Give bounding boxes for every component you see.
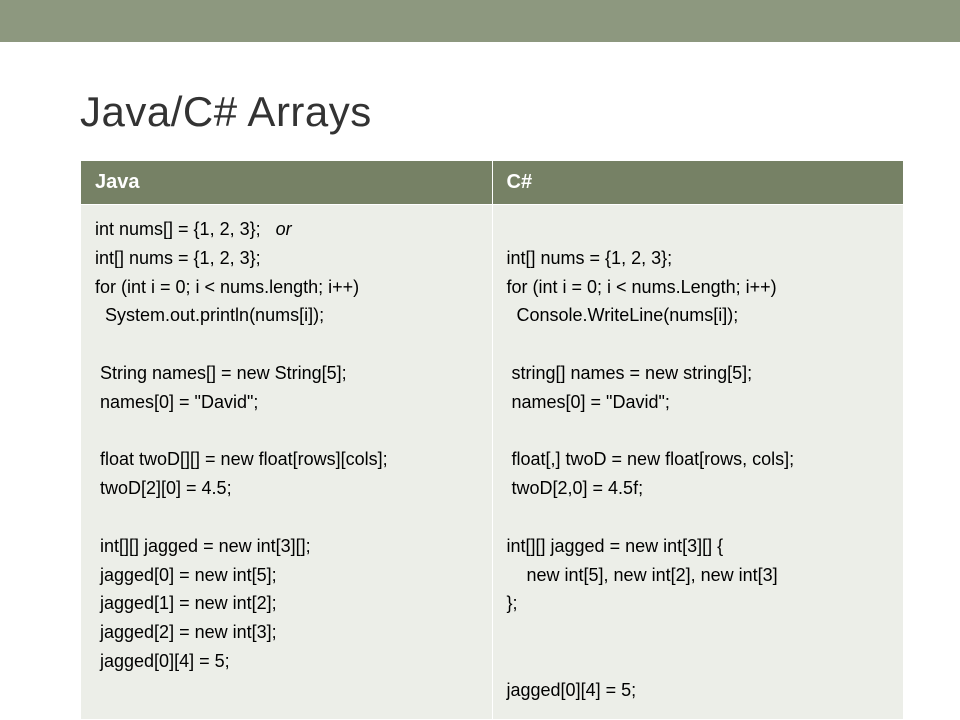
code-line: twoD[2][0] = 4.5; bbox=[95, 478, 232, 498]
table-row: int nums[] = {1, 2, 3}; or int[] nums = … bbox=[81, 205, 904, 720]
header-java: Java bbox=[81, 161, 493, 205]
code-line: jagged[1] = new int[2]; bbox=[95, 593, 277, 613]
table-header-row: Java C# bbox=[81, 161, 904, 205]
comparison-table: Java C# int nums[] = {1, 2, 3}; or int[]… bbox=[80, 160, 904, 720]
code-line: jagged[0][4] = 5; bbox=[95, 651, 230, 671]
header-csharp: C# bbox=[492, 161, 904, 205]
java-cell: int nums[] = {1, 2, 3}; or int[] nums = … bbox=[81, 205, 493, 720]
code-line: jagged[2] = new int[3]; bbox=[95, 622, 277, 642]
code-line: float twoD[][] = new float[rows][cols]; bbox=[95, 449, 388, 469]
code-line: for (int i = 0; i < nums.Length; i++) bbox=[507, 277, 777, 297]
code-line: new int[5], new int[2], new int[3] bbox=[507, 565, 778, 585]
code-line: float[,] twoD = new float[rows, cols]; bbox=[507, 449, 795, 469]
code-line: twoD[2,0] = 4.5f; bbox=[507, 478, 644, 498]
code-line: System.out.println(nums[i]); bbox=[95, 305, 324, 325]
code-or: or bbox=[276, 219, 292, 239]
code-line: jagged[0] = new int[5]; bbox=[95, 565, 277, 585]
code-line: int[] nums = {1, 2, 3}; bbox=[507, 248, 673, 268]
slide-content: Java/C# Arrays Java C# int nums[] = {1, … bbox=[0, 42, 960, 720]
code-line: names[0] = "David"; bbox=[507, 392, 670, 412]
code-line: String names[] = new String[5]; bbox=[95, 363, 347, 383]
page-title: Java/C# Arrays bbox=[80, 88, 904, 136]
code-line: }; bbox=[507, 593, 518, 613]
code-line: int[][] jagged = new int[3][]; bbox=[95, 536, 311, 556]
csharp-cell: int[] nums = {1, 2, 3}; for (int i = 0; … bbox=[492, 205, 904, 720]
code-line: int[][] jagged = new int[3][] { bbox=[507, 536, 724, 556]
code-line: Console.WriteLine(nums[i]); bbox=[507, 305, 739, 325]
code-line: int nums[] = {1, 2, 3}; bbox=[95, 219, 261, 239]
code-line: string[] names = new string[5]; bbox=[507, 363, 753, 383]
code-line: jagged[0][4] = 5; bbox=[507, 680, 637, 700]
code-line: int[] nums = {1, 2, 3}; bbox=[95, 248, 261, 268]
top-stripe bbox=[0, 0, 960, 42]
code-line: for (int i = 0; i < nums.length; i++) bbox=[95, 277, 359, 297]
code-line: names[0] = "David"; bbox=[95, 392, 258, 412]
